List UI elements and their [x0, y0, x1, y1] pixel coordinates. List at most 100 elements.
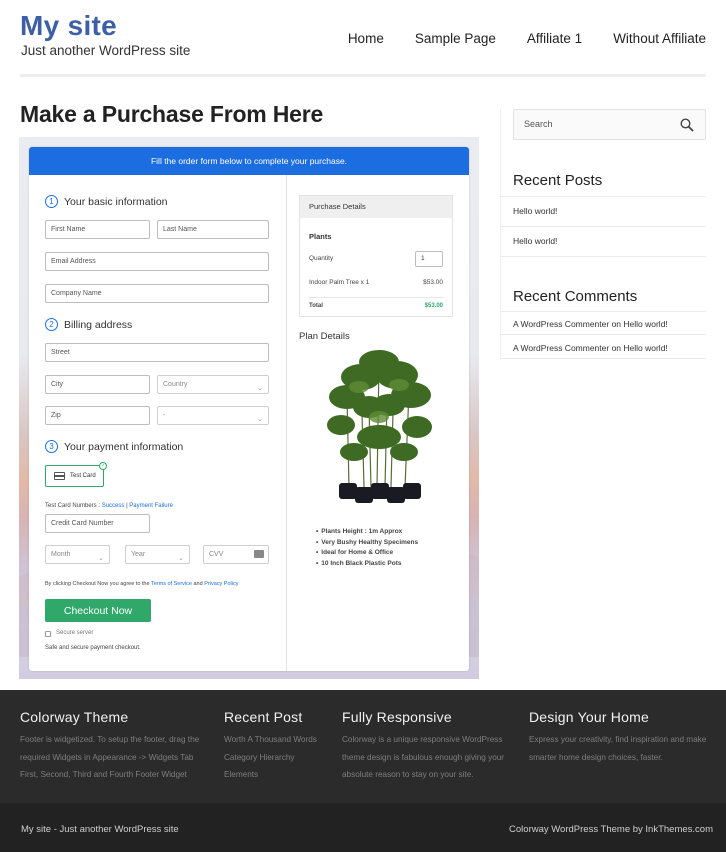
- month-select[interactable]: Month ⌄: [45, 545, 110, 564]
- cvv-input[interactable]: CVV: [203, 545, 269, 564]
- card-icon: [254, 550, 264, 558]
- sidebar-divider: [500, 109, 501, 359]
- company-input[interactable]: Company Name: [45, 284, 269, 303]
- line-item-name: Indoor Palm Tree x 1: [309, 279, 370, 286]
- email-input[interactable]: Email Address: [45, 252, 269, 271]
- step-label: Your basic information: [64, 195, 168, 208]
- nav-home[interactable]: Home: [348, 31, 384, 46]
- plan-details-title: Plan Details: [299, 331, 350, 342]
- search-icon[interactable]: [680, 118, 694, 132]
- footer-theme-credit[interactable]: Colorway WordPress Theme by InkThemes.co…: [509, 824, 713, 835]
- recent-post-link[interactable]: Hello world!: [513, 236, 557, 246]
- nav-affiliate-1[interactable]: Affiliate 1: [527, 31, 582, 46]
- footer-text-line: required Widgets in Appearance -> Widget…: [20, 752, 194, 762]
- success-link[interactable]: Success: [102, 503, 125, 509]
- step-number-1: 1: [45, 195, 58, 208]
- list-item: 10 Inch Black Plastic Pots: [316, 559, 418, 570]
- footer-heading: Fully Responsive: [342, 709, 452, 725]
- safe-checkout-note: Safe and secure payment checkout.: [45, 645, 141, 651]
- month-select-value: Month: [51, 551, 71, 558]
- last-name-input[interactable]: Last Name: [157, 220, 269, 239]
- purchase-details-box: Purchase Details Plants Quantity 1 Indoo…: [299, 195, 453, 317]
- footer-widgets: Colorway Theme Footer is widgetized. To …: [0, 690, 726, 803]
- footer-text-line: Express your creativity, find inspiratio…: [529, 735, 707, 744]
- year-select[interactable]: Year ⌄: [125, 545, 190, 564]
- search-input[interactable]: Search: [513, 109, 706, 140]
- footer-post-link[interactable]: Worth A Thousand Words: [224, 731, 317, 749]
- state-select[interactable]: - ⌄: [157, 406, 269, 425]
- lock-icon: [45, 631, 51, 637]
- total-row: Total $53.00: [309, 303, 443, 309]
- first-name-input[interactable]: First Name: [45, 220, 150, 239]
- footer-heading: Colorway Theme: [20, 709, 129, 725]
- recent-comment-link[interactable]: A WordPress Commenter on Hello world!: [513, 343, 668, 353]
- product-label: Plants: [309, 232, 332, 241]
- footer-heading: Design Your Home: [529, 709, 649, 725]
- divider: [500, 256, 706, 257]
- chevron-down-icon: ⌄: [178, 555, 184, 562]
- line-item-price: $53.00: [423, 279, 443, 286]
- privacy-link[interactable]: Privacy Policy: [204, 581, 238, 587]
- page-title: Make a Purchase From Here: [20, 101, 324, 127]
- year-select-value: Year: [131, 551, 146, 558]
- footer-text-line: Colorway is a unique responsive WordPres…: [342, 735, 503, 744]
- footer-bottom-bar: My site - Just another WordPress site Co…: [0, 803, 726, 852]
- site-title[interactable]: My site: [20, 10, 117, 42]
- step-label: Your payment information: [64, 440, 184, 453]
- nav-sample-page[interactable]: Sample Page: [415, 31, 496, 46]
- step-label: Billing address: [64, 318, 133, 331]
- quantity-label: Quantity: [309, 255, 334, 262]
- street-input[interactable]: Street: [45, 343, 269, 362]
- link-separator: |: [126, 503, 128, 509]
- recent-posts-heading: Recent Posts: [513, 172, 603, 189]
- divider: [500, 196, 706, 197]
- list-item: Plants Height : 1m Approx: [316, 527, 418, 538]
- footer-col-colorway-theme: Colorway Theme Footer is widgetized. To …: [20, 709, 199, 784]
- purchase-details-header: Purchase Details: [300, 196, 452, 218]
- product-name: Plants: [309, 232, 443, 241]
- credit-card-icon: [54, 472, 65, 480]
- divider: [500, 358, 706, 359]
- total-divider: [309, 297, 443, 298]
- footer-post-link[interactable]: Elements: [224, 766, 317, 784]
- footer-col-design-your-home: Design Your Home Express your creativity…: [529, 709, 706, 766]
- line-item-row: Indoor Palm Tree x 1 $53.00: [309, 279, 443, 286]
- step-payment-info: 3 Your payment information: [45, 440, 183, 453]
- footer-text-line: First, Second, Third and Fourth Footer W…: [20, 770, 187, 779]
- test-card-numbers: Test Card Numbers : Success | Payment Fa…: [45, 503, 173, 509]
- country-select[interactable]: Country ⌄: [157, 375, 269, 394]
- cvv-placeholder: CVV: [209, 551, 224, 558]
- palm-plant-image: [327, 350, 432, 503]
- recent-comment-link[interactable]: A WordPress Commenter on Hello world!: [513, 319, 668, 329]
- step-basic-info: 1 Your basic information: [45, 195, 168, 208]
- card-number-input[interactable]: Credit Card Number: [45, 514, 150, 533]
- recent-post-link[interactable]: Hello world!: [513, 206, 557, 216]
- step-number-2: 2: [45, 318, 58, 331]
- column-divider: [286, 175, 287, 671]
- payment-failure-link[interactable]: Payment Failure: [129, 503, 173, 509]
- footer-col-recent-post: Recent Post Worth A Thousand Words Categ…: [224, 709, 317, 784]
- footer-post-link[interactable]: Category Hierarchy: [224, 749, 317, 767]
- step-number-3: 3: [45, 440, 58, 453]
- terms-link[interactable]: Terms of Service: [151, 581, 192, 587]
- country-select-value: Country: [163, 381, 188, 388]
- divider: [500, 311, 706, 312]
- list-item: Very Bushy Healthy Specimens: [316, 538, 418, 549]
- checkout-now-button[interactable]: Checkout Now: [45, 599, 151, 622]
- footer-text-line: Footer is widgetized. To setup the foote…: [20, 735, 200, 744]
- chevron-down-icon: ⌄: [98, 555, 104, 562]
- site-tagline: Just another WordPress site: [21, 43, 191, 58]
- footer-text-line: smarter home design choices, faster.: [529, 752, 663, 762]
- checkout-form-card: Fill the order form below to complete yo…: [29, 147, 469, 671]
- chevron-down-icon: ⌄: [257, 416, 263, 423]
- terms-notice: By clicking Checkout Now you agree to th…: [45, 581, 238, 587]
- footer-col-fully-responsive: Fully Responsive Colorway is a unique re…: [342, 709, 504, 784]
- zip-input[interactable]: Zip: [45, 406, 150, 425]
- chevron-down-icon: ⌄: [257, 385, 263, 392]
- quantity-input[interactable]: 1: [415, 251, 443, 267]
- test-card-option[interactable]: Test Card: [45, 465, 104, 487]
- nav-without-affiliate[interactable]: Without Affiliate: [613, 31, 706, 46]
- city-input[interactable]: City: [45, 375, 150, 394]
- secure-server-label: Secure server: [56, 630, 94, 636]
- main-nav: Home Sample Page Affiliate 1 Without Aff…: [317, 31, 706, 46]
